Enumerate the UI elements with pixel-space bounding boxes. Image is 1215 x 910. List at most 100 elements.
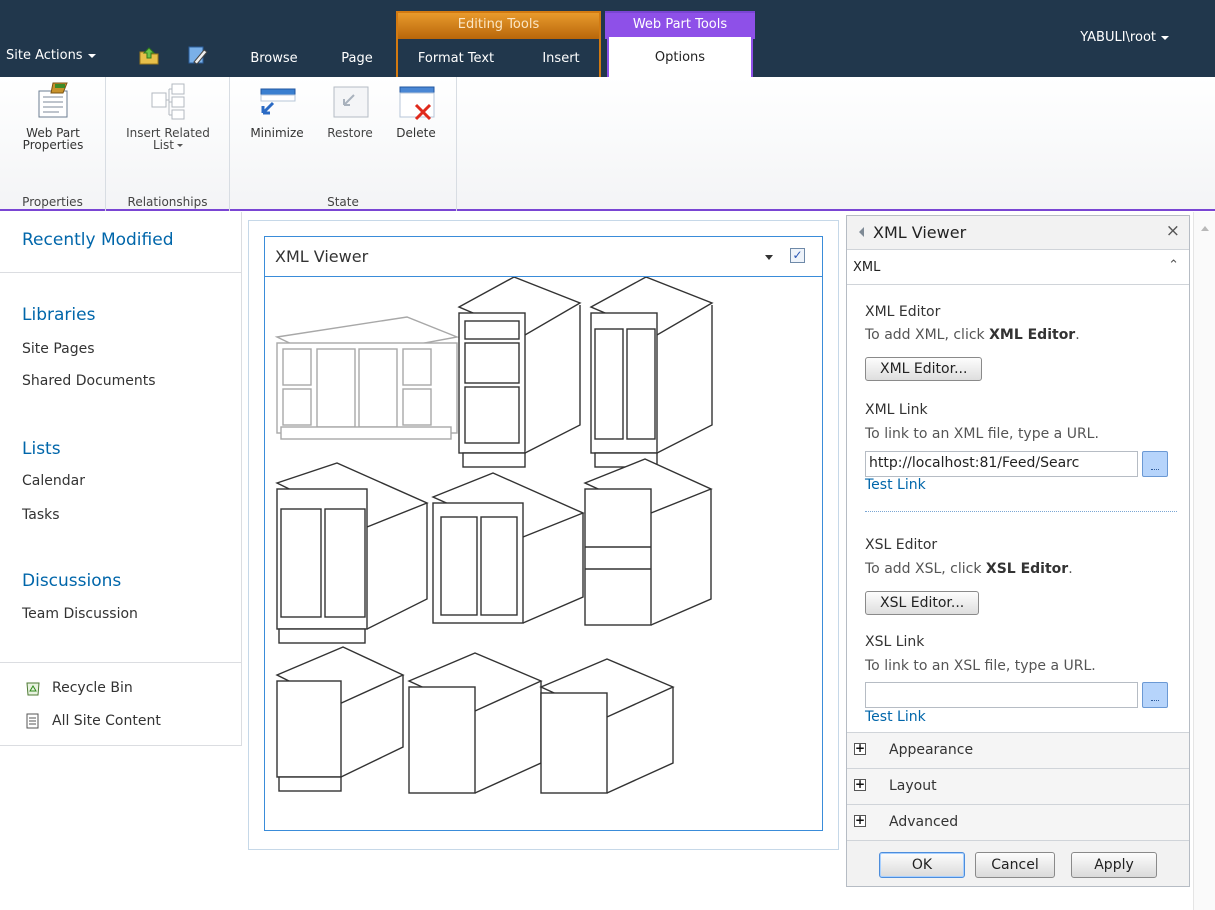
- advanced-label: Advanced: [889, 814, 959, 830]
- chevron-down-icon: [87, 53, 96, 58]
- edit-page-icon[interactable]: [186, 44, 208, 66]
- layout-section[interactable]: + Layout: [847, 768, 1189, 804]
- tool-pane-header: XML Viewer ×: [847, 216, 1189, 250]
- insert-related-list-label-2: List: [112, 139, 224, 151]
- xsl-editor-button[interactable]: XSL Editor...: [865, 591, 980, 615]
- web-part-tools-label: Web Part Tools: [605, 13, 755, 39]
- collapse-left-icon[interactable]: [859, 227, 864, 237]
- xml-editor-hint-prefix: To add XML, click: [865, 327, 990, 343]
- quick-launch: Recently Modified Libraries Site Pages S…: [0, 212, 242, 746]
- nav-lists[interactable]: Lists: [22, 439, 61, 459]
- ribbon-group-label-relationships: Relationships: [127, 195, 208, 209]
- ribbon-group-relationships: Insert Related List Relationships: [106, 77, 230, 211]
- xml-link-hint: To link to an XML file, type a URL.: [865, 426, 1099, 442]
- minimize-button[interactable]: Minimize: [238, 81, 316, 139]
- ribbon-group-label-state: State: [327, 195, 359, 209]
- xml-link-browse-button[interactable]: [1142, 451, 1168, 477]
- top-bar: Site Actions Browse Page Editing Tools F…: [0, 0, 1215, 77]
- xsl-link-browse-button[interactable]: [1142, 682, 1168, 708]
- ribbon-group-label-properties: Properties: [22, 195, 83, 209]
- tool-pane-footer: OK Cancel Apply: [847, 840, 1189, 886]
- nav-divider: [0, 662, 242, 663]
- user-name: YABULI\root: [1080, 30, 1156, 45]
- nav-divider: [0, 272, 242, 273]
- delete-icon: [399, 86, 435, 121]
- nav-calendar[interactable]: Calendar: [22, 473, 85, 489]
- delete-button[interactable]: Delete: [384, 81, 448, 139]
- xsl-editor-label: XSL Editor: [865, 537, 938, 553]
- nav-libraries[interactable]: Libraries: [22, 305, 95, 325]
- site-actions-label: Site Actions: [6, 48, 83, 63]
- minimize-label: Minimize: [250, 126, 304, 140]
- cancel-button[interactable]: Cancel: [975, 852, 1055, 878]
- appearance-section[interactable]: + Appearance: [847, 732, 1189, 768]
- xsl-editor-hint-suffix: .: [1068, 561, 1073, 577]
- xml-editor-label: XML Editor: [865, 304, 941, 320]
- tab-format-text[interactable]: Format Text: [408, 47, 504, 77]
- ribbon-group-state: Minimize Restore Delete State: [230, 77, 457, 211]
- xsl-link-hint: To link to an XSL file, type a URL.: [865, 658, 1096, 674]
- xml-section-label: XML: [853, 260, 881, 275]
- nav-recycle-bin[interactable]: Recycle Bin: [52, 680, 133, 696]
- navigate-up-icon[interactable]: [138, 44, 160, 66]
- xml-editor-button[interactable]: XML Editor...: [865, 357, 983, 381]
- close-icon[interactable]: ×: [1166, 221, 1180, 241]
- insert-related-list-label-2-text: List: [153, 138, 174, 152]
- xml-section-header[interactable]: XML ⌃: [847, 251, 1189, 285]
- expand-icon[interactable]: +: [854, 742, 866, 755]
- tool-pane-title: XML Viewer: [873, 223, 967, 242]
- web-part-properties-button[interactable]: Web Part Properties: [6, 81, 100, 151]
- collapse-section-icon[interactable]: ⌃: [1168, 258, 1179, 273]
- xsl-editor-hint: To add XSL, click XSL Editor.: [865, 561, 1073, 577]
- tab-page[interactable]: Page: [334, 47, 380, 77]
- web-part-select-checkbox[interactable]: ✓: [790, 248, 805, 263]
- nav-shared-documents[interactable]: Shared Documents: [22, 373, 156, 389]
- ribbon: Web Part Properties Properties Insert Re…: [0, 77, 1215, 211]
- xsl-link-input[interactable]: [865, 682, 1138, 708]
- site-actions-menu[interactable]: Site Actions: [6, 48, 96, 63]
- web-part-menu-icon[interactable]: [765, 255, 773, 260]
- xsl-link-label: XSL Link: [865, 634, 925, 650]
- delete-label: Delete: [396, 126, 436, 140]
- vertical-scrollbar[interactable]: [1193, 212, 1215, 910]
- advanced-section[interactable]: + Advanced: [847, 804, 1189, 840]
- all-site-content-icon: [26, 713, 39, 729]
- xsl-editor-hint-prefix: To add XSL, click: [865, 561, 986, 577]
- insert-related-list-button[interactable]: Insert Related List: [112, 81, 224, 151]
- web-part-title: XML Viewer: [275, 247, 369, 266]
- nav-discussions[interactable]: Discussions: [22, 571, 121, 591]
- ok-button[interactable]: OK: [879, 852, 965, 878]
- nav-recently-modified[interactable]: Recently Modified: [22, 230, 173, 250]
- user-menu[interactable]: YABULI\root: [1080, 30, 1169, 45]
- restore-label: Restore: [327, 126, 373, 140]
- apply-button[interactable]: Apply: [1071, 852, 1157, 878]
- nav-all-site-content[interactable]: All Site Content: [52, 713, 161, 729]
- tab-browse[interactable]: Browse: [244, 47, 304, 77]
- nav-team-discussion[interactable]: Team Discussion: [22, 606, 138, 622]
- xml-link-label: XML Link: [865, 402, 928, 418]
- minimize-icon: [260, 88, 296, 115]
- restore-icon: [333, 86, 369, 118]
- chevron-down-icon: [176, 144, 183, 147]
- tab-insert[interactable]: Insert: [532, 47, 590, 77]
- chevron-down-icon: [1161, 35, 1169, 40]
- nav-tasks[interactable]: Tasks: [22, 507, 60, 523]
- section-divider: [865, 511, 1177, 512]
- restore-button[interactable]: Restore: [318, 81, 382, 139]
- xml-viewer-web-part[interactable]: XML Viewer ✓: [264, 236, 823, 831]
- xsl-editor-hint-bold: XSL Editor: [985, 561, 1069, 577]
- nav-site-pages[interactable]: Site Pages: [22, 341, 95, 357]
- insert-related-list-icon: [151, 83, 185, 120]
- xml-editor-hint-suffix: .: [1075, 327, 1080, 343]
- xml-test-link[interactable]: Test Link: [865, 477, 926, 493]
- expand-icon[interactable]: +: [854, 814, 866, 827]
- tab-options[interactable]: Options: [607, 37, 753, 77]
- tool-pane: XML Viewer × XML ⌃ XML Editor To add XML…: [846, 215, 1190, 887]
- expand-icon[interactable]: +: [854, 778, 866, 791]
- cabinet-drawings-image: [274, 277, 714, 794]
- xml-link-input[interactable]: http://localhost:81/Feed/Searc: [865, 451, 1138, 477]
- scroll-up-icon[interactable]: [1201, 226, 1209, 231]
- web-part-properties-label-2: Properties: [22, 138, 84, 152]
- layout-label: Layout: [889, 778, 937, 794]
- xsl-test-link[interactable]: Test Link: [865, 709, 926, 725]
